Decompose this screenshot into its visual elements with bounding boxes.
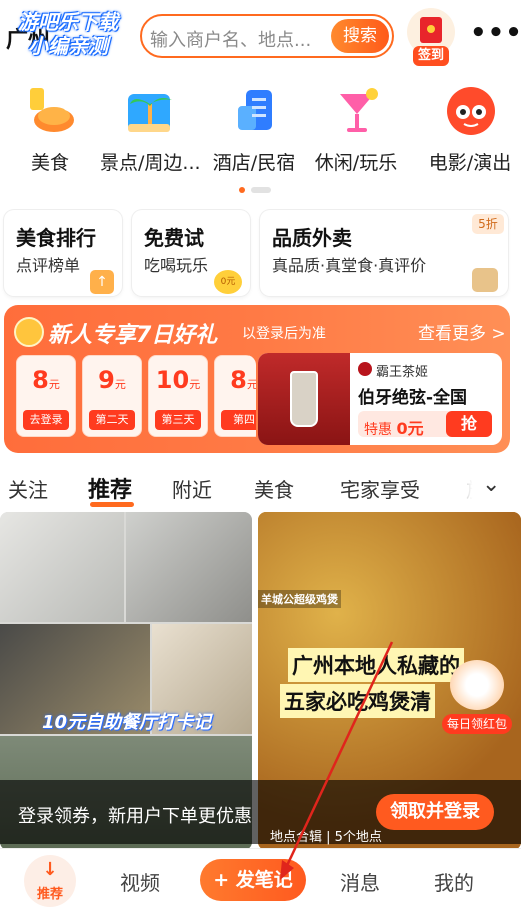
page-dot-active (239, 187, 245, 193)
up-arrow-icon: ↑ (90, 270, 114, 294)
redpack-cup-icon (450, 660, 504, 710)
coupon-day2[interactable]: 9元 第二天 (82, 355, 142, 437)
tab-food[interactable]: 美食 (254, 474, 294, 503)
login-prompt-text: 登录领券，新用户下单更优惠 (18, 806, 252, 827)
cat-mascot-icon (447, 87, 495, 135)
daily-redpack-button[interactable]: 每日领红包 (442, 660, 512, 734)
coupon-day3[interactable]: 10元 第三天 (148, 355, 208, 437)
search-bar[interactable]: 输入商户名、地点... 搜索 (140, 14, 394, 58)
category-label: 酒店/民宿 (212, 152, 296, 174)
chevron-down-icon[interactable]: ⌄ (482, 472, 500, 497)
quick-card-free-trial[interactable]: 免费试 吃喝玩乐 0元 (132, 210, 250, 296)
coupon-day4[interactable]: 8元 第四 (214, 355, 256, 437)
category-leisure[interactable]: 休闲/玩乐 (306, 82, 406, 182)
post-note-button[interactable]: + 发笔记 (200, 859, 306, 901)
category-scenic[interactable]: 景点/周边... (100, 82, 201, 182)
banner-title: 新人专享7日好礼 (48, 323, 218, 348)
coupon-amount: 8元 (230, 366, 256, 394)
hotel-icon (238, 90, 272, 130)
coupon-tag: 第三天 (155, 410, 201, 430)
takeaway-bag-icon (472, 268, 498, 292)
quick-card-subtitle: 点评榜单 (16, 256, 81, 275)
deal-name: 伯牙绝弦-全国 (358, 388, 468, 408)
quick-card-title: 免费试 (144, 226, 204, 250)
nav-recommend[interactable]: ↓ 推荐 (24, 855, 76, 907)
coupon-tag: 去登录 (23, 410, 69, 430)
photo-buffet-1 (0, 512, 124, 622)
card-headline-2: 五家必吃鸡煲清 (280, 684, 435, 718)
watermark-line1: 游吧乐下载 (18, 10, 118, 34)
food-icon (30, 88, 74, 132)
search-input[interactable]: 输入商户名、地点... (150, 26, 311, 52)
see-more-link[interactable]: 查看更多 > (418, 319, 506, 344)
nav-video[interactable]: 视频 (120, 867, 160, 896)
coin-icon (14, 317, 44, 347)
category-food[interactable]: 美食 (0, 82, 100, 182)
category-label: 休闲/玩乐 (314, 152, 398, 174)
quick-card-subtitle: 真品质·真堂食·真评价 (272, 256, 427, 275)
coupon-amount: 10元 (155, 366, 201, 394)
page-dot (251, 187, 271, 193)
tea-deal-card[interactable]: 霸王茶姬 伯牙绝弦-全国 特惠 0元 抢 (258, 353, 502, 445)
tea-product-image (258, 353, 350, 445)
palm-tree-icon (128, 94, 172, 132)
category-label: 电影/演出 (428, 152, 512, 174)
more-options-icon[interactable]: ••• (470, 18, 521, 48)
category-label: 美食 (30, 152, 69, 174)
photo-buffet-2 (126, 512, 252, 622)
nav-messages[interactable]: 消息 (340, 867, 380, 896)
deal-price: 特惠 0元 (364, 419, 424, 438)
category-movie[interactable]: 电影/演出 (420, 82, 520, 182)
category-row: 美食 景点/周边... 酒店/民宿 休闲/玩乐 电影/演出 (0, 82, 521, 182)
nav-recommend-label: 推荐 (36, 887, 63, 902)
new-user-banner[interactable]: 新人专享7日好礼 以登录后为准 查看更多 > 8元 去登录 9元 第二天 10元… (4, 305, 510, 453)
coupon-amount: 9元 (98, 366, 126, 394)
signin-label: 签到 (413, 46, 449, 66)
tab-follow[interactable]: 关注 (8, 474, 48, 503)
category-hotel[interactable]: 酒店/民宿 (204, 82, 304, 182)
coupon-strip: 8元 去登录 9元 第二天 10元 第三天 8元 第四 (12, 355, 256, 445)
nav-me[interactable]: 我的 (434, 867, 474, 896)
zero-yuan-badge: 0元 (214, 270, 242, 294)
deal-brand: 霸王茶姬 (376, 365, 429, 380)
quick-card-subtitle: 吃喝玩乐 (144, 256, 209, 275)
card-caption: 10元自助餐厅打卡记 (42, 712, 212, 733)
card-place-label: 地点合辑 | 5个地点 (270, 830, 382, 845)
watermark: 游吧乐下载 小编亲测 (18, 10, 148, 58)
active-tab-indicator (90, 502, 134, 507)
tabs-fade (440, 470, 521, 510)
tab-recommend[interactable]: 推荐 (88, 472, 132, 504)
banner-note: 以登录后为准 (242, 326, 326, 342)
cocktail-icon (340, 88, 378, 132)
coupon-tag: 第四 (221, 410, 256, 430)
signin-button[interactable]: 签到 (405, 8, 457, 66)
search-button[interactable]: 搜索 (331, 19, 389, 53)
redpack-label: 每日领红包 (442, 714, 512, 734)
quick-card-title: 美食排行 (16, 226, 96, 250)
tab-nearby[interactable]: 附近 (172, 474, 212, 503)
quick-card-ranking[interactable]: 美食排行 点评榜单 ↑ (4, 210, 122, 296)
down-arrow-icon: ↓ (42, 859, 58, 880)
red-envelope-icon (420, 17, 442, 43)
grab-button[interactable]: 抢 (446, 411, 492, 437)
bottom-nav: ↓ 推荐 视频 + 发笔记 消息 我的 (0, 848, 521, 909)
discount-badge: 5折 (472, 214, 504, 234)
quick-card-takeaway[interactable]: 品质外卖 真品质·真堂食·真评价 5折 (260, 210, 508, 296)
deal-price-bar: 特惠 0元 抢 (358, 411, 492, 438)
coupon-day1[interactable]: 8元 去登录 (16, 355, 76, 437)
card-small-label: 羊城公超级鸡煲 (258, 590, 341, 608)
quick-card-title: 品质外卖 (272, 226, 352, 250)
watermark-line2: 小编亲测 (28, 34, 108, 58)
card-headline-1: 广州本地人私藏的 (288, 648, 464, 682)
feed-tabs: 关注 推荐 附近 美食 宅家享受 旅 ⌄ (0, 470, 521, 510)
tab-home-enjoy[interactable]: 宅家享受 (340, 474, 420, 503)
login-prompt-bar: 登录领券，新用户下单更优惠 领取并登录 (0, 780, 521, 844)
tea-cup-icon (290, 371, 318, 427)
coupon-amount: 8元 (32, 366, 60, 394)
login-button[interactable]: 领取并登录 (376, 794, 494, 830)
top-header: 广州 ▾ 游吧乐下载 小编亲测 输入商户名、地点... 搜索 签到 ••• (0, 0, 521, 78)
coupon-tag: 第二天 (89, 410, 135, 430)
category-label: 景点/周边... (100, 152, 201, 174)
